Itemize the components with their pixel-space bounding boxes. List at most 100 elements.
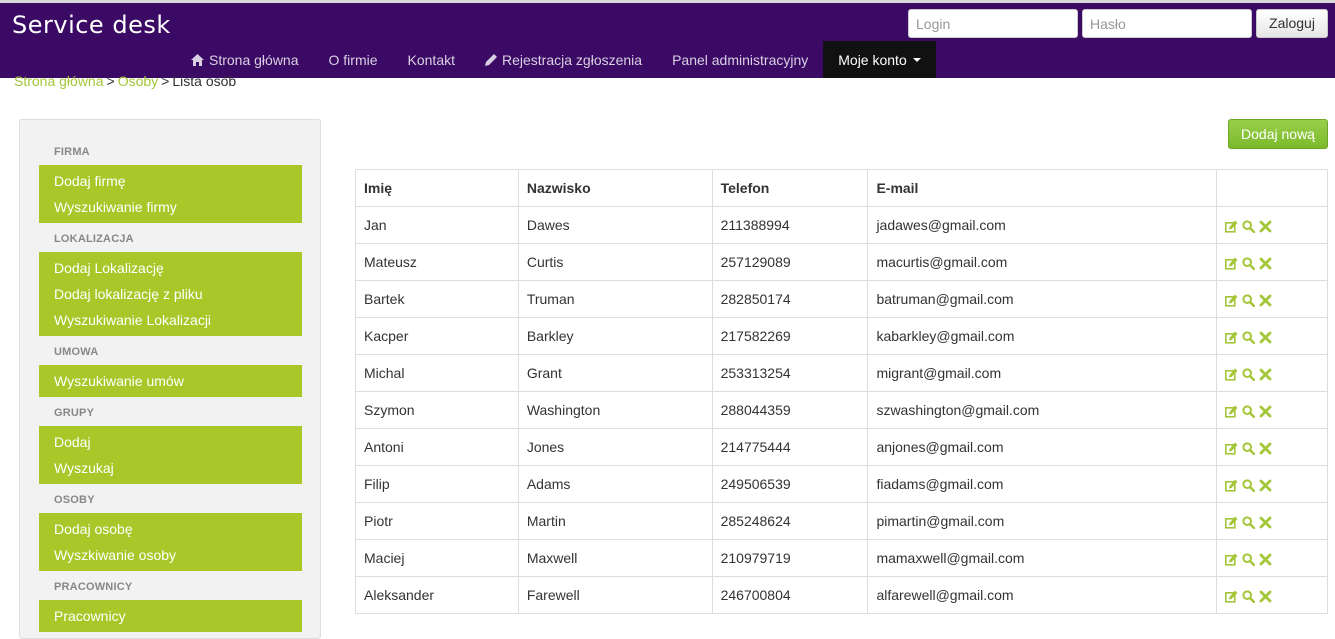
add-new-button[interactable]: Dodaj nową [1228, 119, 1328, 149]
cell-first-name: Antoni [355, 428, 519, 466]
cell-phone: 282850174 [711, 280, 869, 318]
search-icon[interactable] [1242, 257, 1256, 270]
search-icon[interactable] [1242, 331, 1256, 344]
nav-contact[interactable]: Kontakt [393, 41, 470, 78]
column-header-first-name[interactable]: Imię [355, 169, 519, 207]
sidebar-item-search-location[interactable]: Wyszukiwanie Lokalizacji [39, 307, 302, 333]
cell-first-name: Jan [355, 206, 519, 244]
login-button[interactable]: Zaloguj [1256, 9, 1328, 38]
search-icon[interactable] [1242, 516, 1256, 529]
edit-icon[interactable] [1225, 479, 1238, 492]
nav-admin-panel[interactable]: Panel administracyjny [657, 41, 823, 78]
delete-icon[interactable] [1259, 479, 1272, 492]
nav-my-account-dropdown[interactable]: Moje konto [823, 41, 936, 78]
table-row: Mateusz Curtis 257129089 macurtis@gmail.com [355, 243, 1328, 281]
brand-logo[interactable]: Service desk [12, 11, 171, 39]
cell-phone: 246700804 [711, 576, 869, 614]
table-row: Jan Dawes 211388994 jadawes@gmail.com [355, 206, 1328, 244]
delete-icon[interactable] [1259, 331, 1272, 344]
edit-icon[interactable] [1225, 405, 1238, 418]
edit-icon[interactable] [1225, 442, 1238, 455]
delete-icon[interactable] [1259, 294, 1272, 307]
sidebar-item-search-company[interactable]: Wyszukiwanie firmy [39, 194, 302, 220]
delete-icon[interactable] [1259, 257, 1272, 270]
search-icon[interactable] [1242, 220, 1256, 233]
sidebar-item-add-location[interactable]: Dodaj Lokalizację [39, 255, 302, 281]
delete-icon[interactable] [1259, 553, 1272, 566]
edit-icon[interactable] [1225, 294, 1238, 307]
search-icon[interactable] [1242, 368, 1256, 381]
delete-icon[interactable] [1259, 442, 1272, 455]
sidebar-item-add-company[interactable]: Dodaj firmę [39, 168, 302, 194]
table-row: Antoni Jones 214775444 anjones@gmail.com [355, 428, 1328, 466]
cell-last-name: Jones [517, 428, 713, 466]
sidebar-item-search-group[interactable]: Wyszukaj [39, 455, 302, 481]
edit-icon[interactable] [1225, 331, 1238, 344]
cell-email: alfarewell@gmail.com [867, 576, 1218, 614]
cell-phone: 253313254 [711, 354, 869, 392]
delete-icon[interactable] [1259, 405, 1272, 418]
row-actions [1216, 428, 1328, 466]
nav-about[interactable]: O firmie [314, 41, 393, 78]
breadcrumb: Strona główna > Osoby > Lista osób [14, 73, 236, 89]
row-actions [1216, 243, 1328, 281]
edit-icon[interactable] [1225, 516, 1238, 529]
nav-register-ticket[interactable]: Rejestracja zgłoszenia [470, 41, 657, 78]
table-body: Jan Dawes 211388994 jadawes@gmail.com Mateus… [355, 206, 1328, 614]
caret-down-icon [912, 57, 921, 62]
persons-table: Imię Nazwisko Telefon E-mail Jan Dawes 211… [355, 169, 1328, 614]
delete-icon[interactable] [1259, 220, 1272, 233]
search-icon[interactable] [1242, 553, 1256, 566]
sidebar-item-search-contracts[interactable]: Wyszukiwanie umów [39, 368, 302, 394]
row-actions [1216, 317, 1328, 355]
delete-icon[interactable] [1259, 516, 1272, 529]
delete-icon[interactable] [1259, 368, 1272, 381]
edit-icon[interactable] [1225, 257, 1238, 270]
cell-first-name: Filip [355, 465, 519, 503]
cell-first-name: Michal [355, 354, 519, 392]
search-icon[interactable] [1242, 442, 1256, 455]
breadcrumb-current: Lista osób [172, 73, 237, 89]
password-input[interactable] [1082, 9, 1252, 38]
search-icon[interactable] [1242, 479, 1256, 492]
sidebar-header-pracownicy: PRACOWNICY [54, 581, 133, 593]
edit-icon[interactable] [1225, 368, 1238, 381]
sidebar-item-add-person[interactable]: Dodaj osobę [39, 516, 302, 542]
cell-first-name: Piotr [355, 502, 519, 540]
cell-email: mamaxwell@gmail.com [867, 539, 1218, 577]
cell-email: szwashington@gmail.com [867, 391, 1218, 429]
cell-last-name: Grant [517, 354, 713, 392]
nav-contact-label: Kontakt [407, 51, 455, 68]
sidebar-header-osoby: OSOBY [54, 494, 95, 506]
table-row: Filip Adams 249506539 fiadams@gmail.com [355, 465, 1328, 503]
search-icon[interactable] [1242, 405, 1256, 418]
row-actions [1216, 465, 1328, 503]
column-header-phone[interactable]: Telefon [711, 169, 869, 207]
sidebar-item-add-group[interactable]: Dodaj [39, 429, 302, 455]
row-actions [1216, 206, 1328, 244]
sidebar-item-add-location-file[interactable]: Dodaj lokalizację z pliku [39, 281, 302, 307]
cell-phone: 249506539 [711, 465, 869, 503]
cell-first-name: Kacper [355, 317, 519, 355]
column-header-email[interactable]: E-mail [867, 169, 1218, 207]
sidebar-item-search-person[interactable]: Wyszkiwanie osoby [39, 542, 302, 568]
edit-icon[interactable] [1225, 220, 1238, 233]
edit-icon[interactable] [1225, 590, 1238, 603]
sidebar-item-employees[interactable]: Pracownicy [39, 603, 302, 629]
column-header-actions [1216, 169, 1328, 207]
cell-first-name: Szymon [355, 391, 519, 429]
search-icon[interactable] [1242, 294, 1256, 307]
row-actions [1216, 391, 1328, 429]
nav-admin-label: Panel administracyjny [672, 51, 809, 68]
login-input[interactable] [908, 9, 1078, 38]
search-icon[interactable] [1242, 590, 1256, 603]
delete-icon[interactable] [1259, 590, 1272, 603]
cell-email: jadawes@gmail.com [867, 206, 1218, 244]
breadcrumb-section-link[interactable]: Osoby [118, 73, 158, 89]
breadcrumb-home-link[interactable]: Strona główna [14, 73, 104, 89]
cell-email: migrant@gmail.com [867, 354, 1218, 392]
cell-phone: 211388994 [711, 206, 869, 244]
edit-icon[interactable] [1225, 553, 1238, 566]
column-header-last-name[interactable]: Nazwisko [517, 169, 713, 207]
nav-about-label: O firmie [328, 51, 378, 68]
